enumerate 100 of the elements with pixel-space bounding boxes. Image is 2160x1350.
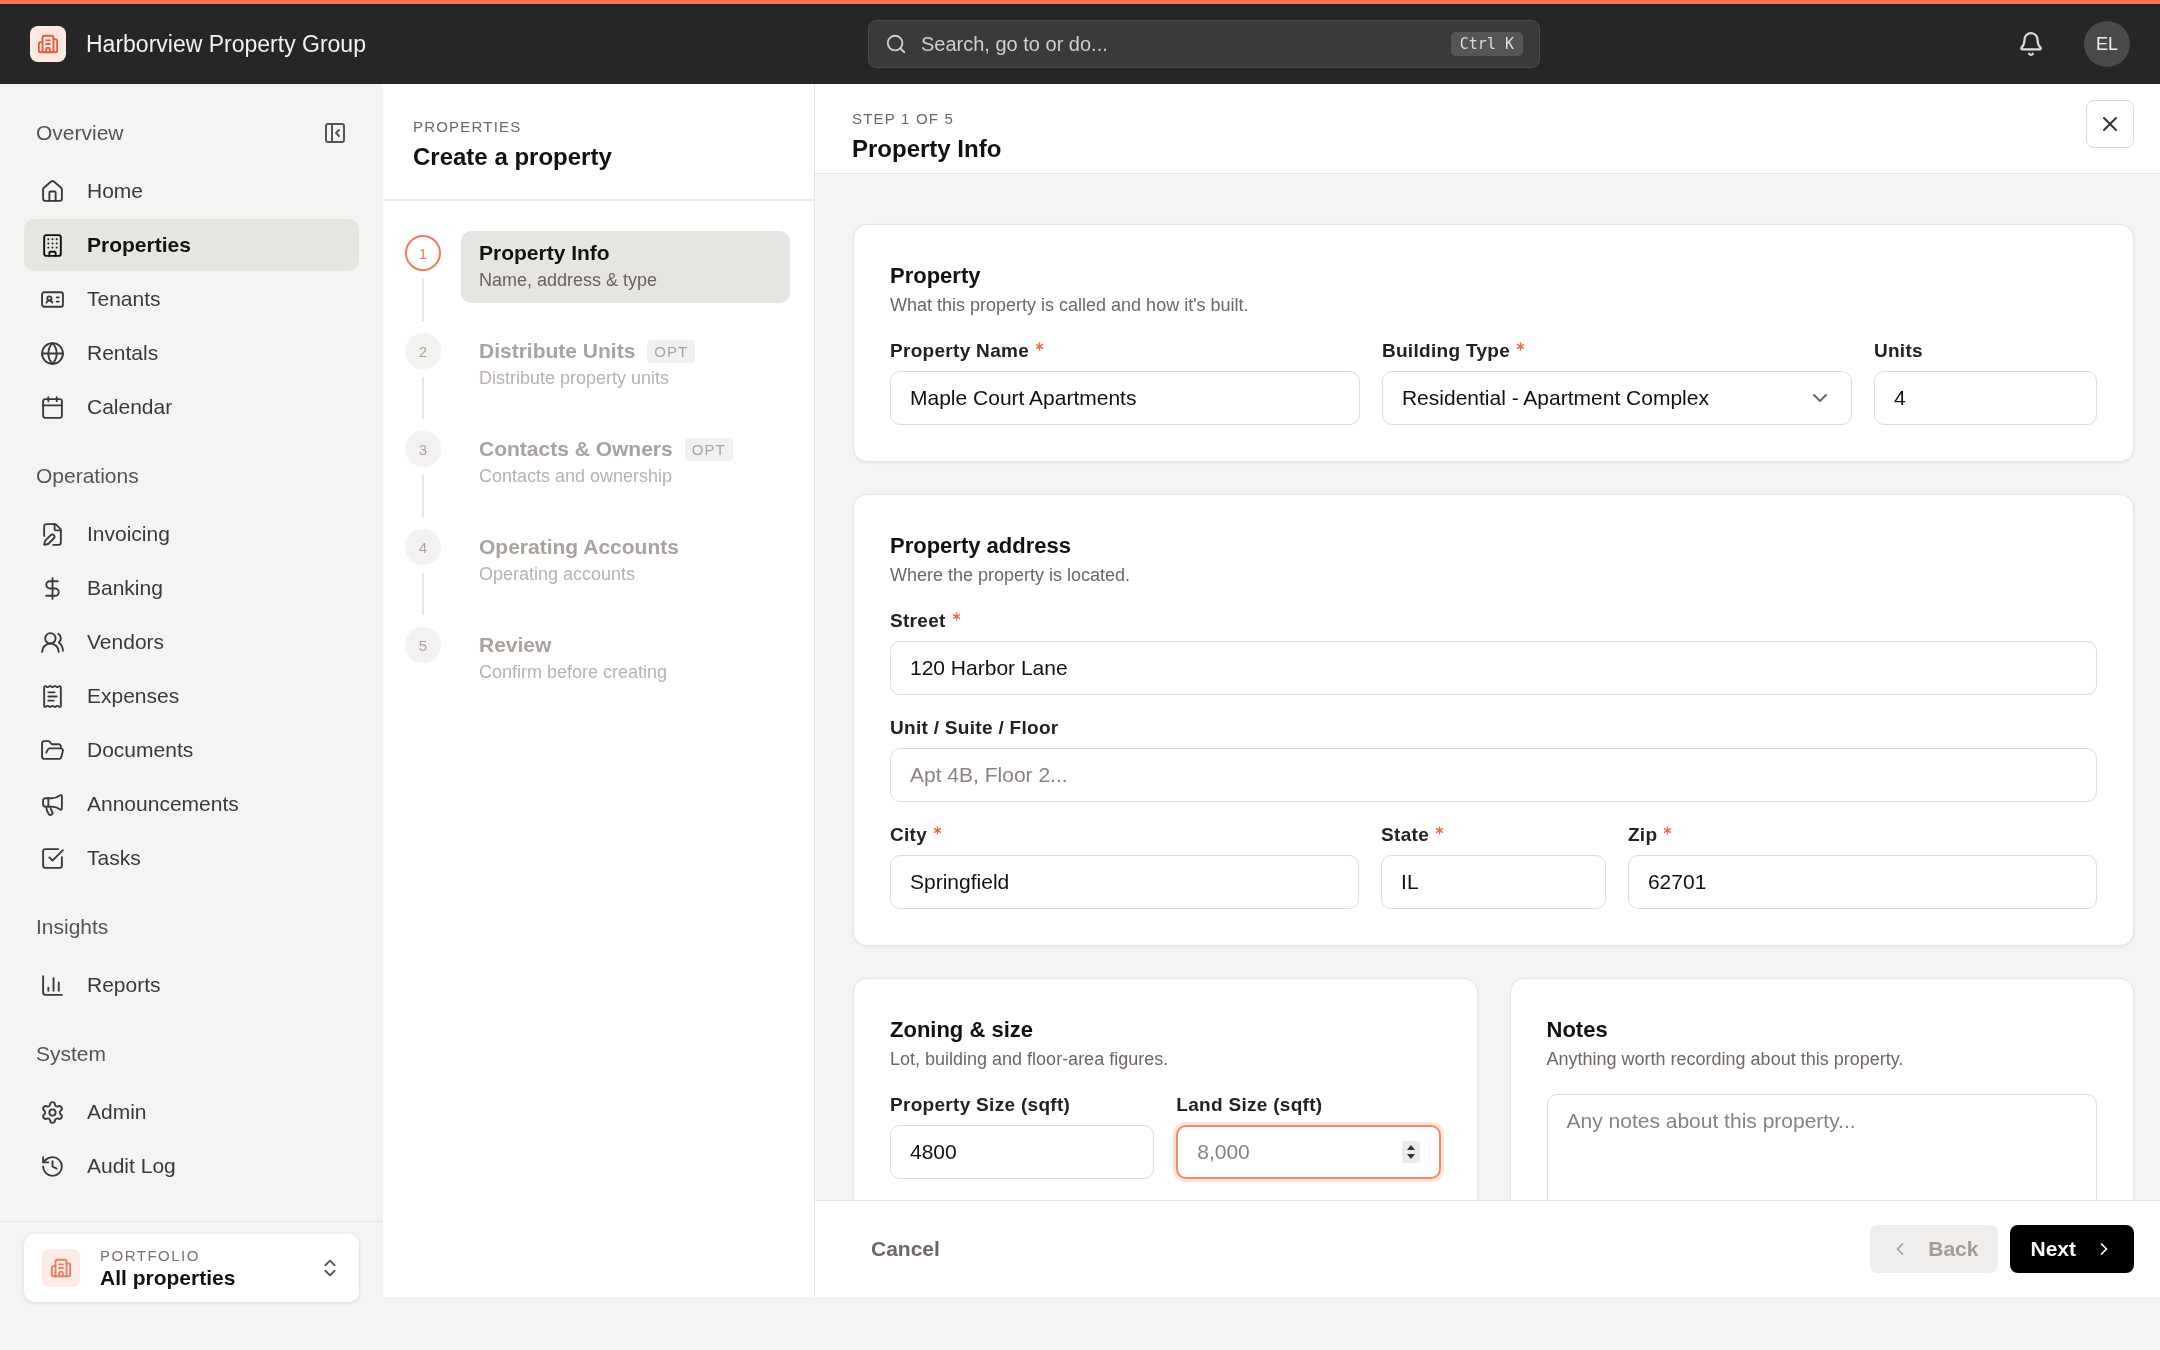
- app-title: Harborview Property Group: [86, 30, 366, 58]
- field-label: Unit / Suite / Floor: [890, 717, 1060, 739]
- input-field[interactable]: 4: [1873, 371, 2097, 425]
- nav-section-title: System: [36, 1042, 106, 1066]
- card-title: Notes: [1546, 1017, 1609, 1043]
- nav-icon: [40, 972, 65, 998]
- nav-icon: [40, 791, 65, 817]
- building-type-select[interactable]: Residential - Apartment Complex: [1381, 371, 1852, 425]
- portfolio-switcher[interactable]: PORTFOLIO All properties: [24, 1234, 359, 1302]
- nav-item[interactable]: Rentals: [24, 327, 359, 379]
- nav-icon: [40, 1153, 65, 1179]
- nav-item[interactable]: Invoicing: [24, 508, 359, 560]
- nav-item[interactable]: Vendors: [24, 616, 359, 668]
- nav-icon: [40, 394, 65, 420]
- step-subtitle: Name, address & type: [479, 270, 659, 291]
- nav-item[interactable]: Calendar: [24, 381, 359, 433]
- nav-item[interactable]: Documents: [24, 724, 359, 776]
- portfolio-value: All properties: [100, 1265, 237, 1290]
- field-label: Building Type: [1381, 340, 1852, 362]
- required-icon: [1516, 342, 1526, 351]
- step-title: Distribute Units: [479, 339, 636, 363]
- optional-badge: OPT: [647, 339, 696, 363]
- nav-item[interactable]: Admin: [24, 1086, 359, 1138]
- nav-item[interactable]: Reports: [24, 959, 359, 1011]
- required-icon: [951, 612, 961, 621]
- input-field[interactable]: Maple Court Apartments: [890, 371, 1360, 425]
- stepper-icon[interactable]: [1401, 1141, 1420, 1163]
- nav-icon: [40, 845, 65, 871]
- next-button[interactable]: Next: [2010, 1225, 2134, 1273]
- card-title: Property: [890, 263, 982, 289]
- nav-item[interactable]: Banking: [24, 562, 359, 614]
- nav-icon: [40, 340, 65, 366]
- nav-icon: [40, 178, 65, 204]
- step-number: 5: [405, 627, 441, 663]
- nav-section-title: Overview: [36, 121, 124, 145]
- close-button[interactable]: [2086, 100, 2134, 148]
- field-label: Land Size (sqft): [1176, 1094, 1324, 1116]
- card-description: Where the property is located.: [890, 565, 1132, 586]
- nav-item[interactable]: Audit Log: [24, 1140, 359, 1192]
- required-icon: [933, 826, 943, 835]
- cancel-button[interactable]: Cancel: [865, 1236, 946, 1262]
- step-subtitle: Operating accounts: [479, 564, 637, 585]
- bell-icon[interactable]: [2018, 31, 2044, 57]
- step-title: Property Info: [479, 241, 610, 265]
- step-item[interactable]: Property Info Name, address & type: [461, 231, 790, 303]
- nav-section-title: Insights: [36, 915, 109, 939]
- input-field[interactable]: 62701: [1627, 855, 2097, 909]
- search-icon: [885, 33, 907, 55]
- field-label: City: [890, 824, 1360, 846]
- input-field[interactable]: Apt 4B, Floor 2...: [890, 748, 2097, 802]
- step-number: 4: [405, 529, 441, 565]
- portfolio-label: PORTFOLIO: [100, 1246, 201, 1264]
- nav-icon: [40, 737, 65, 763]
- step-heading: Property Info: [852, 135, 1002, 163]
- nav-icon: [40, 683, 65, 709]
- step-title: Review: [479, 633, 552, 657]
- required-icon: [1435, 826, 1445, 835]
- building-icon: [42, 1249, 80, 1287]
- card-title: Property address: [890, 533, 1072, 559]
- page-title: Create a property: [413, 143, 613, 171]
- field-label: Zip: [1627, 824, 2097, 846]
- nav-item[interactable]: Tasks: [24, 832, 359, 884]
- nav-icon: [40, 232, 65, 258]
- field-label: Street: [890, 610, 2097, 632]
- step-number: 2: [405, 333, 441, 369]
- card-description: Anything worth recording about this property.: [1546, 1049, 1905, 1070]
- card-description: What this property is called and how it's built.: [890, 295, 1250, 316]
- nav-item[interactable]: Properties: [24, 219, 359, 271]
- nav-icon: [40, 629, 65, 655]
- input-field[interactable]: Springfield: [890, 855, 1360, 909]
- step-number: 3: [405, 431, 441, 467]
- field-label: Units: [1873, 340, 1924, 362]
- field-label: State: [1381, 824, 1606, 846]
- step-subtitle: Confirm before creating: [479, 662, 669, 683]
- step-subtitle: Distribute property units: [479, 368, 671, 389]
- field-label: Property Name: [890, 340, 1360, 362]
- step-number: 1: [405, 235, 441, 271]
- nav-icon: [40, 521, 65, 547]
- required-icon: [1035, 342, 1045, 351]
- collapse-sidebar-icon[interactable]: [323, 121, 347, 145]
- optional-badge: OPT: [684, 437, 733, 461]
- step-counter: STEP 1 OF 5: [852, 110, 956, 127]
- card-title: Zoning & size: [890, 1017, 1034, 1043]
- shortcut-key: Ctrl K: [1450, 32, 1523, 56]
- user-avatar[interactable]: EL: [2084, 21, 2130, 67]
- required-icon: [1663, 826, 1673, 835]
- search-field[interactable]: Search, go to or do... Ctrl K: [868, 20, 1540, 68]
- input-field[interactable]: 120 Harbor Lane: [890, 641, 2097, 695]
- field-label: Property Size (sqft): [890, 1094, 1072, 1116]
- input-field[interactable]: IL: [1381, 855, 1606, 909]
- nav-icon: [40, 1099, 65, 1125]
- nav-item[interactable]: Tenants: [24, 273, 359, 325]
- nav-section-title: Operations: [36, 464, 139, 488]
- logo-icon[interactable]: [30, 26, 66, 62]
- nav-item[interactable]: Expenses: [24, 670, 359, 722]
- nav-item[interactable]: Announcements: [24, 778, 359, 830]
- input-field[interactable]: 8,000: [1176, 1125, 1441, 1179]
- input-field[interactable]: 4800: [890, 1125, 1155, 1179]
- step-subtitle: Contacts and ownership: [479, 466, 674, 487]
- nav-item[interactable]: Home: [24, 165, 359, 217]
